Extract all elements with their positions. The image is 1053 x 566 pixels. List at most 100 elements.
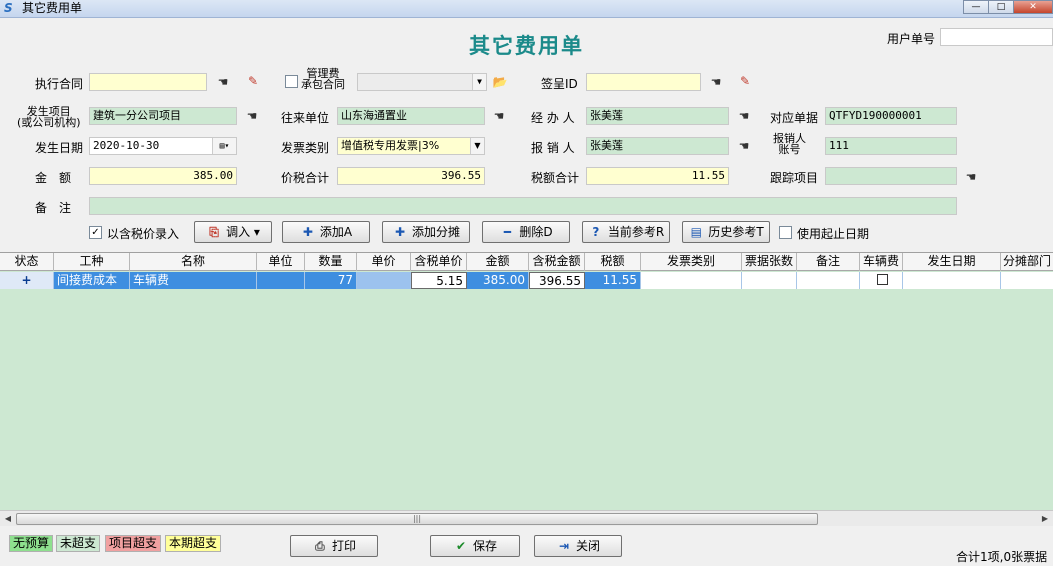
chevron-down-icon[interactable]: ▼ — [470, 138, 484, 154]
col-header-tax-unit-price[interactable]: 含税单价 — [411, 253, 467, 271]
scroll-right-arrow-icon[interactable]: ▶ — [1037, 512, 1053, 526]
cell-unit-price[interactable]: 5.00 — [357, 272, 411, 289]
col-header-remark[interactable]: 备注 — [797, 253, 860, 271]
import-label: 调入 — [226, 225, 251, 239]
help-question-icon: ? — [592, 225, 600, 239]
items-grid[interactable]: 状态 工种 名称 单位 数量 单价 含税单价 金额 含税金额 税额 发票类别 票… — [0, 252, 1053, 526]
cell-name[interactable]: 车辆费 — [130, 272, 257, 289]
delete-button[interactable]: ━ 删除D — [482, 221, 570, 243]
col-header-status[interactable]: 状态 — [0, 253, 54, 271]
pointer-hand-icon[interactable]: ☚ — [490, 109, 508, 123]
project-label: 发生项目 (或公司机构) — [17, 106, 81, 128]
pointer-hand-icon[interactable]: ☚ — [214, 75, 232, 89]
history-ref-button[interactable]: ▤ 历史参考T — [682, 221, 770, 243]
col-header-bill-count[interactable]: 票据张数 — [742, 253, 797, 271]
cell-tax[interactable]: 11.55 — [585, 272, 641, 289]
tax-incl-checkbox[interactable]: ✓ — [89, 226, 102, 239]
cell-remark[interactable] — [797, 272, 860, 289]
save-button[interactable]: ✔ 保存 — [430, 535, 520, 557]
pointer-hand-icon[interactable]: ☚ — [735, 139, 753, 153]
col-header-work-type[interactable]: 工种 — [54, 253, 130, 271]
invoice-type-select[interactable]: 增值税专用发票|3% ▼ — [337, 137, 485, 155]
pointer-hand-icon[interactable]: ☚ — [243, 109, 261, 123]
exec-contract-label: 执行合同 — [35, 77, 84, 91]
cell-qty[interactable]: 77 — [305, 272, 357, 289]
cell-work-type[interactable]: 间接费成本 — [54, 272, 130, 289]
pencil-edit-icon[interactable]: ✎ — [244, 74, 262, 88]
amount-input[interactable]: 385.00 — [89, 167, 237, 185]
calendar-icon[interactable]: ▤▾ — [212, 138, 236, 154]
horizontal-scrollbar[interactable]: ◀ ||| ▶ — [0, 510, 1053, 526]
checkmark-icon: ✔ — [455, 539, 467, 553]
remark-input[interactable] — [89, 197, 957, 215]
col-header-date[interactable]: 发生日期 — [903, 253, 1001, 271]
close-window-button[interactable]: ✕ — [1013, 0, 1053, 14]
legend-project-over: 项目超支 — [105, 535, 162, 552]
cell-split-dept[interactable] — [1001, 272, 1053, 289]
vehicle-fee-checkbox[interactable] — [877, 274, 888, 285]
pencil-edit-icon[interactable]: ✎ — [736, 74, 754, 88]
col-header-amount[interactable]: 金额 — [467, 253, 529, 271]
scrollbar-thumb[interactable]: ||| — [16, 513, 818, 525]
grid-header: 状态 工种 名称 单位 数量 单价 含税单价 金额 含税金额 税额 发票类别 票… — [0, 253, 1053, 271]
cell-vehicle-fee[interactable] — [860, 272, 903, 289]
add-label: 添加A — [319, 225, 353, 239]
remark-label: 备 注 — [35, 201, 72, 215]
col-header-unit[interactable]: 单位 — [257, 253, 305, 271]
cell-unit[interactable] — [257, 272, 305, 289]
cell-tax-amount-total[interactable]: 396.55 — [529, 272, 585, 289]
chevron-down-icon[interactable]: ▼ — [472, 74, 486, 90]
mgmt-fee-checkbox[interactable] — [285, 75, 298, 88]
minimize-button[interactable]: — — [963, 0, 989, 14]
col-header-tax-amount-total[interactable]: 含税金额 — [529, 253, 585, 271]
pointer-hand-icon[interactable]: ☚ — [707, 75, 725, 89]
date-picker[interactable]: 2020-10-30 ▤▾ — [89, 137, 237, 155]
cell-invoice-type[interactable] — [641, 272, 742, 289]
reimburser-input[interactable]: 张美莲 — [586, 137, 729, 155]
handler-input[interactable]: 张美莲 — [586, 107, 729, 125]
add-button[interactable]: ✚ 添加A — [282, 221, 370, 243]
col-header-tax[interactable]: 税额 — [585, 253, 641, 271]
user-no-label: 用户单号 — [887, 32, 936, 46]
col-header-unit-price[interactable]: 单价 — [357, 253, 411, 271]
tax-total-input[interactable]: 396.55 — [337, 167, 485, 185]
account-input[interactable]: 111 — [825, 137, 957, 155]
import-button[interactable]: ⎘ 调入 ▾ — [194, 221, 272, 243]
exit-door-icon: ⇥ — [558, 539, 570, 553]
print-button[interactable]: ⎙ 打印 — [290, 535, 378, 557]
user-no-input[interactable] — [940, 28, 1053, 46]
cell-date[interactable] — [903, 272, 1001, 289]
table-row[interactable]: + 间接费成本 车辆费 77 5.00 5.15 385.00 396.55 1… — [0, 272, 1053, 289]
project-input[interactable]: 建筑一分公司项目 — [89, 107, 237, 125]
cell-bill-count[interactable] — [742, 272, 797, 289]
col-header-name[interactable]: 名称 — [130, 253, 257, 271]
row-status-add-icon[interactable]: + — [0, 272, 54, 289]
sign-id-label: 签呈ID — [541, 77, 578, 91]
col-header-split-dept[interactable]: 分摊部门 — [1001, 253, 1053, 271]
pointer-hand-icon[interactable]: ☚ — [735, 109, 753, 123]
partner-label: 往来单位 — [281, 111, 330, 125]
ref-doc-input[interactable]: QTFYD190000001 — [825, 107, 957, 125]
partner-input[interactable]: 山东海通置业 — [337, 107, 485, 125]
cell-tax-unit-price[interactable]: 5.15 — [411, 272, 467, 289]
use-date-range-checkbox[interactable] — [779, 226, 792, 239]
current-ref-button[interactable]: ? 当前参考R — [582, 221, 670, 243]
tax-amount-input[interactable]: 11.55 — [586, 167, 729, 185]
pointer-hand-icon[interactable]: ☚ — [962, 170, 980, 184]
col-header-invoice-type[interactable]: 发票类别 — [641, 253, 742, 271]
scroll-left-arrow-icon[interactable]: ◀ — [0, 512, 16, 526]
tracking-input[interactable] — [825, 167, 957, 185]
folder-open-icon[interactable]: 📂 — [491, 75, 509, 89]
cell-amount[interactable]: 385.00 — [467, 272, 529, 289]
tax-total-label: 价税合计 — [281, 171, 330, 185]
col-header-vehicle-fee[interactable]: 车辆费 — [860, 253, 903, 271]
maximize-button[interactable]: □ — [988, 0, 1014, 14]
add-split-button[interactable]: ✚ 添加分摊 — [382, 221, 470, 243]
col-header-qty[interactable]: 数量 — [305, 253, 357, 271]
window-title: 其它费用单 — [22, 1, 83, 15]
minus-icon: ━ — [503, 225, 511, 239]
exec-contract-input[interactable] — [89, 73, 207, 91]
close-button[interactable]: ⇥ 关闭 — [534, 535, 622, 557]
mgmt-contract-select[interactable]: ▼ — [357, 73, 487, 91]
sign-id-input[interactable] — [586, 73, 701, 91]
